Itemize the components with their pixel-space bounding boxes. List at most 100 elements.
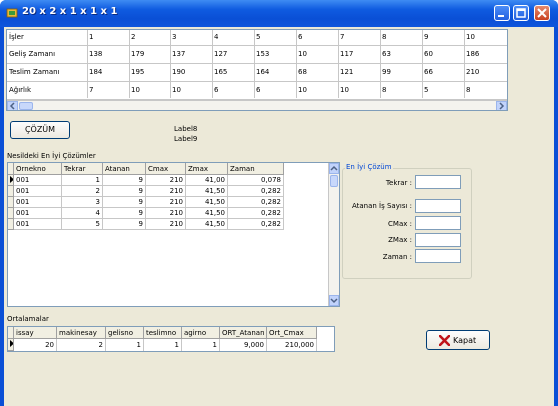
scroll-thumb[interactable]	[330, 175, 338, 187]
top-grid-header[interactable]: 5	[254, 30, 296, 45]
nesil-grid-cell[interactable]: 9	[103, 175, 146, 186]
nesil-grid-cell[interactable]: 001	[14, 175, 62, 186]
top-grid-header[interactable]: 6	[296, 30, 338, 45]
top-grid-cell[interactable]: 184	[87, 63, 129, 81]
top-grid-header[interactable]: 2	[129, 30, 170, 45]
top-grid-cell[interactable]: 164	[254, 63, 296, 81]
nesil-grid-cell[interactable]: 3	[62, 197, 103, 208]
horizontal-scrollbar[interactable]	[7, 100, 507, 110]
nesil-grid-header[interactable]: Ornekno	[14, 163, 62, 175]
cozum-button[interactable]: ÇÖZÜM	[10, 121, 70, 139]
scroll-right-button[interactable]	[496, 101, 507, 110]
top-grid-cell[interactable]: 99	[380, 63, 422, 81]
nesil-grid-cell[interactable]: 0,282	[228, 197, 284, 208]
scroll-thumb[interactable]	[19, 102, 33, 110]
nesil-grid-cell[interactable]: 2	[62, 186, 103, 197]
top-grid-cell[interactable]: 10	[296, 45, 338, 63]
ort-grid-cell[interactable]: 20	[14, 339, 57, 351]
nesil-grid-cell[interactable]: 0,282	[228, 208, 284, 219]
ort-grid-cell[interactable]: 9,000	[220, 339, 267, 351]
close-button[interactable]	[534, 5, 550, 21]
top-grid-cell[interactable]: 186	[464, 45, 507, 63]
nesil-grid-cell[interactable]: 5	[62, 219, 103, 230]
ort-grid-cell[interactable]: 2	[57, 339, 106, 351]
ort-grid-header[interactable]: issay	[14, 327, 57, 339]
top-grid-cell[interactable]: Geliş Zamanı	[7, 45, 87, 63]
top-grid-cell[interactable]: 195	[129, 63, 170, 81]
top-grid-cell[interactable]: 153	[254, 45, 296, 63]
top-grid-cell[interactable]: Ağırlık	[7, 81, 87, 99]
top-grid-header[interactable]: 1	[87, 30, 129, 45]
top-grid-cell[interactable]: 138	[87, 45, 129, 63]
nesil-grid-cell[interactable]: 001	[14, 197, 62, 208]
ort-grid-header[interactable]: ORT_Atanan	[220, 327, 267, 339]
nesil-grid-header[interactable]: Atanan	[103, 163, 146, 175]
top-grid-header[interactable]: İşler	[7, 30, 87, 45]
kapat-button[interactable]: Kapat	[426, 330, 490, 350]
ort-grid-header[interactable]: makinesay	[57, 327, 106, 339]
top-grid-header[interactable]: 8	[380, 30, 422, 45]
nesil-grid-cell[interactable]: 41,50	[186, 186, 228, 197]
top-grid-cell[interactable]: 179	[129, 45, 170, 63]
best-solutions-grid[interactable]: Ornekno Tekrar Atanan Cmax Zmax Zaman 001 1 9 210…	[7, 162, 340, 307]
top-grid-header[interactable]: 10	[464, 30, 507, 45]
nesil-grid-cell[interactable]: 1	[62, 175, 103, 186]
ort-grid-cell[interactable]: 1	[182, 339, 220, 351]
nesil-grid-cell[interactable]: 41,50	[186, 219, 228, 230]
top-grid-cell[interactable]: 6	[254, 81, 296, 99]
top-grid-cell[interactable]: 117	[338, 45, 380, 63]
top-grid-cell[interactable]: 137	[170, 45, 212, 63]
nesil-grid-cell[interactable]: 210	[146, 197, 186, 208]
top-grid-cell[interactable]: Teslim Zamanı	[7, 63, 87, 81]
top-grid-header[interactable]: 4	[212, 30, 254, 45]
top-grid-cell[interactable]: 10	[129, 81, 170, 99]
nesil-grid-cell[interactable]: 41,00	[186, 175, 228, 186]
top-grid-header[interactable]: 3	[170, 30, 212, 45]
top-grid-cell[interactable]: 127	[212, 45, 254, 63]
top-grid-cell[interactable]: 210	[464, 63, 507, 81]
nesil-grid-cell[interactable]: 9	[103, 208, 146, 219]
minimize-button[interactable]	[494, 5, 510, 21]
top-grid-header[interactable]: 9	[422, 30, 464, 45]
nesil-grid-cell[interactable]: 9	[103, 219, 146, 230]
nesil-grid-cell[interactable]: 001	[14, 219, 62, 230]
ort-grid-header[interactable]: gelisno	[106, 327, 144, 339]
nesil-grid-header[interactable]: Zmax	[186, 163, 228, 175]
nesil-grid-cell[interactable]: 41,50	[186, 197, 228, 208]
top-grid-cell[interactable]: 121	[338, 63, 380, 81]
top-grid-cell[interactable]: 6	[212, 81, 254, 99]
nesil-grid-cell[interactable]: 0,078	[228, 175, 284, 186]
atanan-field[interactable]	[415, 199, 461, 213]
nesil-grid-header[interactable]: Cmax	[146, 163, 186, 175]
tekrar-field[interactable]	[415, 175, 461, 189]
top-grid-cell[interactable]: 5	[422, 81, 464, 99]
top-grid-cell[interactable]: 165	[212, 63, 254, 81]
top-grid-cell[interactable]: 66	[422, 63, 464, 81]
top-grid-cell[interactable]: 8	[464, 81, 507, 99]
jobs-grid[interactable]: İşler 1 2 3 4 5 6 7 8 9 10 Geliş Zamanı 138 179 137 127…	[6, 29, 508, 111]
top-grid-cell[interactable]: 7	[87, 81, 129, 99]
ort-grid-cell[interactable]: 1	[106, 339, 144, 351]
top-grid-cell[interactable]: 10	[170, 81, 212, 99]
nesil-grid-cell[interactable]: 210	[146, 219, 186, 230]
top-grid-cell[interactable]: 63	[380, 45, 422, 63]
nesil-grid-cell[interactable]: 210	[146, 208, 186, 219]
top-grid-cell[interactable]: 8	[380, 81, 422, 99]
nesil-grid-cell[interactable]: 9	[103, 197, 146, 208]
nesil-grid-cell[interactable]: 001	[14, 208, 62, 219]
nesil-grid-cell[interactable]: 9	[103, 186, 146, 197]
nesil-grid-header[interactable]: Zaman	[228, 163, 284, 175]
ort-grid-header[interactable]: agirno	[182, 327, 220, 339]
maximize-button[interactable]	[513, 5, 529, 21]
nesil-grid-cell[interactable]: 41,50	[186, 208, 228, 219]
nesil-grid-cell[interactable]: 0,282	[228, 219, 284, 230]
ort-grid-header[interactable]: Ort_Cmax	[267, 327, 317, 339]
scroll-left-button[interactable]	[7, 101, 18, 110]
nesil-grid-cell[interactable]: 001	[14, 186, 62, 197]
vertical-scrollbar[interactable]	[328, 163, 339, 306]
nesil-grid-header[interactable]: Tekrar	[62, 163, 103, 175]
averages-grid[interactable]: issay makinesay gelisno teslimno agirno ORT_A…	[7, 326, 335, 352]
ort-grid-cell[interactable]: 1	[144, 339, 182, 351]
top-grid-header[interactable]: 7	[338, 30, 380, 45]
top-grid-cell[interactable]: 10	[338, 81, 380, 99]
